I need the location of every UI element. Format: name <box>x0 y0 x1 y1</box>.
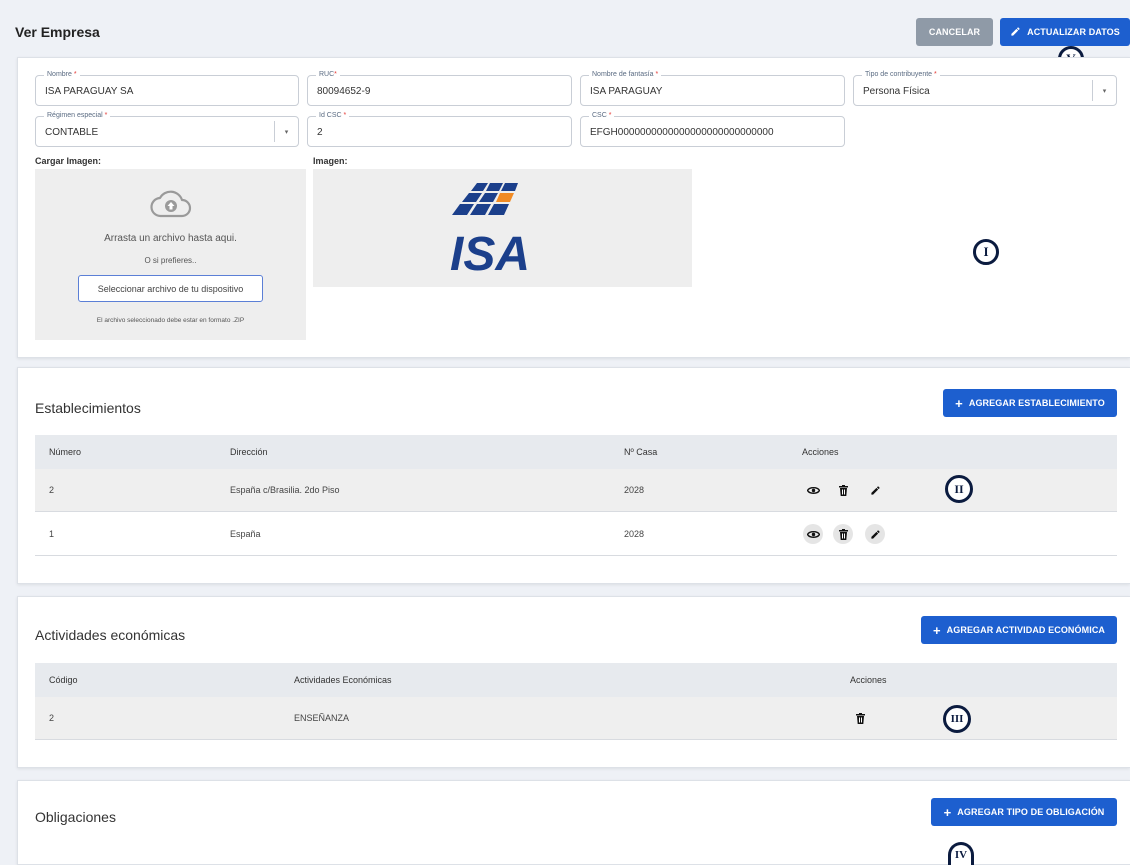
pencil-icon[interactable] <box>865 524 885 544</box>
table-row[interactable]: 2 ENSEÑANZA III <box>35 697 1117 740</box>
add-obligacion-label: AGREGAR TIPO DE OBLIGACIÓN <box>957 807 1105 817</box>
establecimientos-card: Establecimientos + AGREGAR ESTABLECIMIEN… <box>17 367 1130 584</box>
nombre-fantasia-value: ISA PARAGUAY <box>590 86 663 97</box>
regimen-especial-value: CONTABLE <box>45 127 99 138</box>
row-actividad: ENSEÑANZA <box>294 713 350 723</box>
drag-text: Arrasta un archivo hasta aqui. <box>104 233 237 244</box>
id-csc-field[interactable]: Id CSC * 2 <box>307 111 572 147</box>
company-form-card: Nombre * ISA PARAGUAY SA RUC* 80094652-9… <box>17 57 1130 358</box>
svg-text:ISA: ISA <box>450 228 530 277</box>
add-obligacion-button[interactable]: + AGREGAR TIPO DE OBLIGACIÓN <box>931 798 1117 826</box>
ruc-value: 80094652-9 <box>317 86 371 97</box>
add-actividad-label: AGREGAR ACTIVIDAD ECONÓMICA <box>946 625 1106 635</box>
table-row[interactable]: 1 España 2028 <box>35 513 1117 556</box>
tipo-contribuyente-value: Persona Física <box>863 86 930 97</box>
trash-icon[interactable] <box>833 480 853 500</box>
nombre-field[interactable]: Nombre * ISA PARAGUAY SA <box>35 70 299 106</box>
select-file-button[interactable]: Seleccionar archivo de tu dispositivo <box>78 275 263 302</box>
actividades-table-header: Código Actividades Económicas Acciones <box>35 663 1117 697</box>
isa-logo: ISA <box>450 179 550 282</box>
row-casa: 2028 <box>624 485 645 495</box>
plus-icon: + <box>932 622 941 638</box>
csc-label: CSC <box>592 112 607 119</box>
marker-iii: III <box>943 705 971 733</box>
add-establecimiento-button[interactable]: + AGREGAR ESTABLECIMIENTO <box>943 389 1117 417</box>
row-codigo: 2 <box>49 713 55 723</box>
eye-icon[interactable] <box>803 524 823 544</box>
marker-ii: II <box>945 475 973 503</box>
nombre-label: Nombre <box>47 71 72 78</box>
marker-i: I <box>973 239 999 265</box>
page-title: Ver Empresa <box>15 24 100 40</box>
obligaciones-title: Obligaciones <box>35 809 116 825</box>
update-data-label: ACTUALIZAR DATOS <box>1027 27 1120 37</box>
csc-field[interactable]: CSC * EFGH0000000000000000000000000000 <box>580 111 845 147</box>
chevron-down-icon[interactable]: ▾ <box>1092 80 1116 101</box>
column-header: Acciones <box>850 675 887 685</box>
or-text: O si prefieres.. <box>144 256 197 265</box>
add-actividad-button[interactable]: + AGREGAR ACTIVIDAD ECONÓMICA <box>921 616 1117 644</box>
csc-value: EFGH0000000000000000000000000000 <box>590 127 774 138</box>
format-note: El archivo seleccionado debe estar en fo… <box>96 317 245 324</box>
add-establecimiento-label: AGREGAR ESTABLECIMIENTO <box>968 398 1105 408</box>
id-csc-value: 2 <box>317 127 323 138</box>
table-row[interactable]: 2 España c/Brasilia. 2do Piso 2028 II <box>35 469 1117 512</box>
actividades-title: Actividades económicas <box>35 627 186 643</box>
pencil-icon[interactable] <box>865 480 885 500</box>
column-header: Acciones <box>802 447 839 457</box>
actividades-card: Actividades económicas + AGREGAR ACTIVID… <box>17 596 1130 768</box>
row-direccion: España <box>230 529 261 539</box>
row-numero: 2 <box>49 485 55 495</box>
id-csc-label: Id CSC <box>319 112 342 119</box>
marker-iv: IV <box>948 842 974 865</box>
column-header: Nº Casa <box>624 447 658 457</box>
column-header: Actividades Económicas <box>294 675 392 685</box>
cancel-button[interactable]: CANCELAR <box>916 18 993 46</box>
ruc-field[interactable]: RUC* 80094652-9 <box>307 70 572 106</box>
image-label: Imagen: <box>313 156 348 166</box>
upload-dropzone[interactable]: Arrasta un archivo hasta aqui. O si pref… <box>35 169 306 340</box>
cloud-upload-icon <box>149 189 193 226</box>
update-data-button[interactable]: ACTUALIZAR DATOS <box>1000 18 1130 46</box>
trash-icon[interactable] <box>850 708 870 728</box>
upload-image-label: Cargar Imagen: <box>35 156 102 166</box>
row-direccion: España c/Brasilia. 2do Piso <box>230 485 340 495</box>
column-header: Código <box>49 675 78 685</box>
column-header: Dirección <box>230 447 268 457</box>
ruc-label: RUC <box>319 71 335 78</box>
tipo-contribuyente-label: Tipo de contribuyente <box>865 71 933 78</box>
pencil-icon <box>1010 26 1021 39</box>
eye-icon[interactable] <box>803 480 823 500</box>
establecimientos-title: Establecimientos <box>35 400 141 416</box>
trash-icon[interactable] <box>833 524 853 544</box>
establecimientos-table-header: Número Dirección Nº Casa Acciones <box>35 435 1117 469</box>
tipo-contribuyente-select[interactable]: Tipo de contribuyente * Persona Física ▾ <box>853 70 1117 106</box>
row-numero: 1 <box>49 529 55 539</box>
row-casa: 2028 <box>624 529 645 539</box>
image-preview: ISA <box>313 169 692 287</box>
cancel-button-label: CANCELAR <box>928 27 981 37</box>
plus-icon: + <box>943 804 952 820</box>
regimen-especial-select[interactable]: Régimen especial * CONTABLE ▾ <box>35 111 299 147</box>
plus-icon: + <box>955 395 963 411</box>
nombre-value: ISA PARAGUAY SA <box>45 86 134 97</box>
chevron-down-icon[interactable]: ▾ <box>274 121 298 142</box>
regimen-especial-label: Régimen especial <box>47 112 103 119</box>
nombre-fantasia-field[interactable]: Nombre de fantasía * ISA PARAGUAY <box>580 70 845 106</box>
nombre-fantasia-label: Nombre de fantasía <box>592 71 654 78</box>
column-header: Número <box>49 447 82 457</box>
